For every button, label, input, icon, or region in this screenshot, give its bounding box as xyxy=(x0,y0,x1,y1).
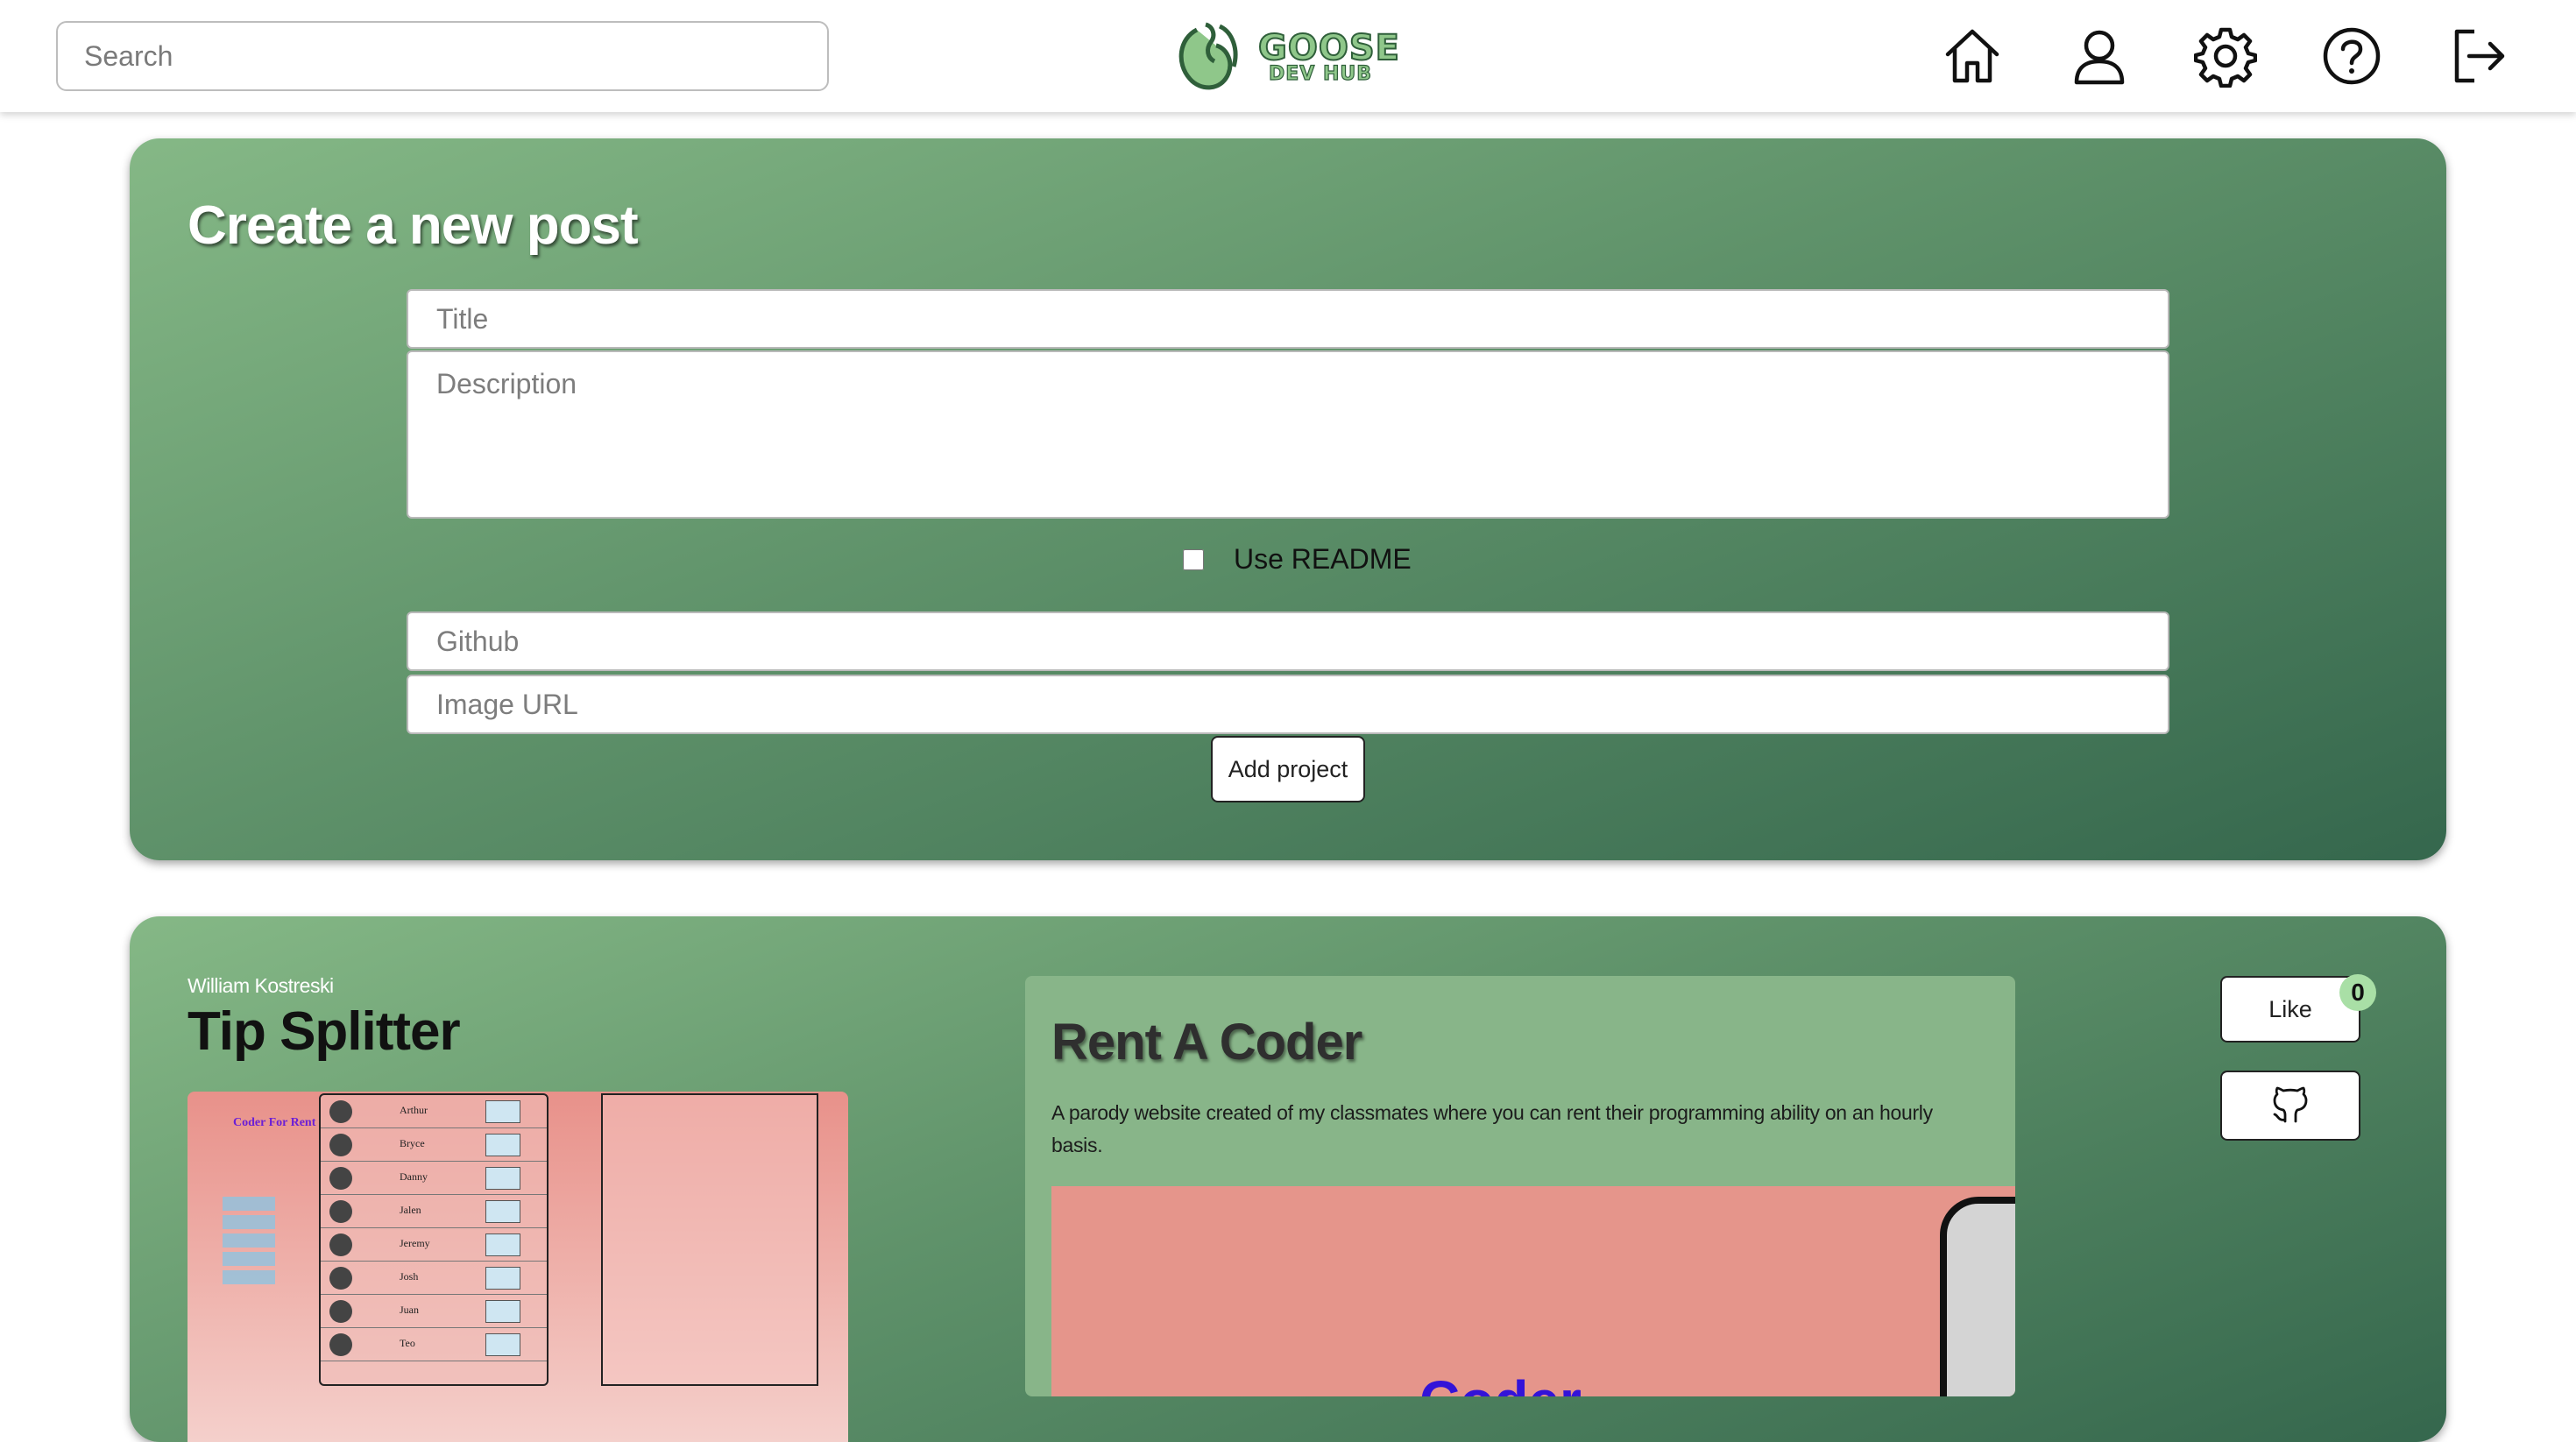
image-url-input[interactable] xyxy=(407,675,2169,734)
github-icon xyxy=(2273,1086,2308,1123)
preview-row: Danny xyxy=(321,1162,547,1195)
preview-logo: Coder For Rent xyxy=(233,1116,316,1129)
preview-sidebar xyxy=(223,1197,275,1289)
screenshot-heading: Coder xyxy=(1419,1368,1582,1396)
top-navbar: GOOSE DEV HUB xyxy=(0,0,2576,112)
post-title: Tip Splitter xyxy=(188,1001,461,1062)
create-post-heading: Create a new post xyxy=(188,195,639,256)
goose-dev-hub-logo[interactable]: GOOSE DEV HUB xyxy=(1171,18,1407,95)
phone-frame-graphic xyxy=(1940,1197,2015,1396)
project-preview-image: Coder For Rent Arthur Bryce Danny Jalen … xyxy=(188,1092,848,1442)
logout-icon[interactable] xyxy=(2446,25,2509,88)
github-input[interactable] xyxy=(407,611,2169,671)
gear-icon[interactable] xyxy=(2193,25,2258,88)
project-description: A parody website created of my classmate… xyxy=(1051,1101,1933,1156)
project-description-panel: Rent A Coder A parody website created of… xyxy=(1025,976,2015,1396)
title-input[interactable] xyxy=(407,289,2169,349)
like-count-badge: 0 xyxy=(2339,974,2376,1011)
project-post-card: William Kostreski Tip Splitter Coder For… xyxy=(130,916,2446,1442)
use-readme-label: Use README xyxy=(1234,543,1412,575)
preview-coder-list: Arthur Bryce Danny Jalen Jeremy Josh Jua… xyxy=(319,1093,548,1386)
home-icon[interactable] xyxy=(1941,25,2004,88)
create-post-card: Create a new post Use README Add project xyxy=(130,138,2446,860)
project-title: Rent A Coder xyxy=(1051,1014,1362,1071)
user-icon[interactable] xyxy=(2068,25,2131,88)
add-project-button[interactable]: Add project xyxy=(1211,736,1365,802)
preview-row: Jalen xyxy=(321,1195,547,1228)
use-readme-option[interactable]: Use README xyxy=(1183,543,1412,576)
logo-subtitle: DEV HUB xyxy=(1268,62,1373,85)
like-button[interactable]: Like xyxy=(2220,976,2360,1043)
preview-row: Teo xyxy=(321,1328,547,1361)
search-input[interactable] xyxy=(56,21,829,91)
goose-logo-icon xyxy=(1178,22,1238,90)
preview-order-panel xyxy=(601,1093,818,1386)
preview-row: Juan xyxy=(321,1295,547,1328)
preview-row: Josh xyxy=(321,1262,547,1295)
post-author[interactable]: William Kostreski xyxy=(188,974,334,998)
preview-row: Jeremy xyxy=(321,1228,547,1262)
preview-row: Arthur xyxy=(321,1095,547,1128)
project-screenshot: Coder xyxy=(1051,1186,2015,1396)
use-readme-checkbox[interactable] xyxy=(1183,548,1204,570)
github-link-button[interactable] xyxy=(2220,1071,2360,1141)
description-textarea[interactable] xyxy=(407,350,2169,519)
preview-row: Bryce xyxy=(321,1128,547,1162)
help-icon[interactable] xyxy=(2320,25,2383,88)
